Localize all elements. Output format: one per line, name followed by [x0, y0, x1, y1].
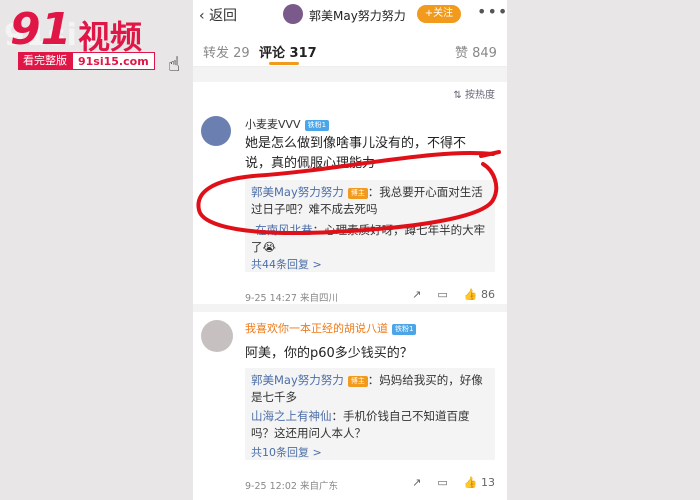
author-badge: 博主	[347, 376, 368, 387]
reply-item[interactable]: 山海之上有神仙：手机价钱自己不知道百度吗？这还用问人本人？	[251, 408, 489, 442]
more-replies-link[interactable]: 共10条回复 >	[251, 444, 322, 460]
comment-meta: 9-25 14:27 来自四川	[245, 290, 338, 304]
watermark-site: 91si15.com	[72, 52, 155, 70]
username-text: 小麦麦VVV	[245, 118, 301, 131]
comment-actions: ↗ ▭ 👍 86	[412, 288, 495, 301]
fan-badge: 铁粉1	[392, 324, 417, 335]
reply-item[interactable]: -在南风北巷：心理素质好呀，蹲七年半的大牢了😭	[251, 222, 489, 256]
sort-toggle[interactable]: ⇅ 按热度	[453, 86, 495, 101]
sort-icon: ⇅	[453, 90, 462, 101]
comment-meta: 9-25 12:02 来自广东	[245, 478, 338, 492]
reply-author[interactable]: 郭美May努力努力	[251, 373, 344, 387]
comment-username[interactable]: 我喜欢你一本正经的胡说八道 铁粉1	[245, 320, 417, 336]
sort-label: 按热度	[465, 90, 495, 101]
author-badge: 博主	[347, 188, 368, 199]
comment-text: 阿美，你的p60多少钱买的？	[245, 346, 413, 361]
top-nav-bar: ‹ 返回 郭美May努力努力 +关注 •••	[193, 0, 507, 30]
like-count: 13	[481, 476, 495, 489]
comment-time: 9-25 14:27	[245, 293, 297, 304]
tab-bar: 转发 29 评论 317 赞 849	[193, 30, 507, 67]
more-replies-link[interactable]: 共44条回复 >	[251, 256, 322, 272]
follow-button[interactable]: +关注	[417, 5, 461, 23]
reply-author[interactable]: 郭美May努力努力	[251, 185, 344, 199]
tab-comments[interactable]: 评论 317	[259, 42, 317, 61]
reply-item[interactable]: 郭美May努力努力 博主 ：我总要开心面对生活过日子吧？难不成去死吗	[251, 184, 489, 218]
reply-author[interactable]: 山海之上有神仙	[251, 409, 332, 423]
tab-repost[interactable]: 转发 29	[203, 42, 250, 61]
poster-avatar[interactable]	[283, 4, 303, 24]
comment-source: 来自四川	[300, 293, 339, 304]
reply-box: 郭美May努力努力 博主 ：我总要开心面对生活过日子吧？难不成去死吗 -在南风北巷：…	[245, 180, 495, 272]
more-icon[interactable]: •••	[477, 2, 507, 21]
phone-screen: ‹ 返回 郭美May努力努力 +关注 ••• 转发 29 评论 317 赞 84…	[193, 0, 507, 500]
like-count: 86	[481, 288, 495, 301]
reply-item[interactable]: 郭美May努力努力 博主 ：妈妈给我买的，好像是七千多	[251, 372, 489, 406]
comment-item: 小麦麦VVV 铁粉1 她是怎么做到像啥事儿没有的，不得不说，真的佩服心理能力 郭美…	[193, 104, 507, 304]
reply-box: 郭美May努力努力 博主 ：妈妈给我买的，好像是七千多 山海之上有神仙：手机价钱自己…	[245, 368, 495, 460]
watermark-number: 91	[10, 4, 72, 55]
tab-likes[interactable]: 赞 849	[455, 42, 497, 61]
comment-source: 来自广东	[300, 481, 339, 492]
share-icon[interactable]: ↗	[412, 476, 421, 489]
thumbs-up-icon: 👍	[463, 288, 478, 301]
comment-item: 我喜欢你一本正经的胡说八道 铁粉1 阿美，你的p60多少钱买的？ 郭美May努力努…	[193, 312, 507, 500]
poster-name[interactable]: 郭美May努力努力	[309, 7, 406, 24]
watermark-logo: 91si1 91 视频 看完整版 91si15.com ☝	[0, 0, 200, 80]
avatar[interactable]	[201, 116, 231, 146]
username-text: 我喜欢你一本正经的胡说八道	[245, 322, 388, 335]
reply-icon[interactable]: ▭	[437, 288, 447, 301]
back-button[interactable]: ‹ 返回	[199, 5, 237, 25]
watermark-watch-label: 看完整版	[18, 52, 72, 70]
comment-actions: ↗ ▭ 👍 13	[412, 476, 495, 489]
reply-author[interactable]: -在南风北巷	[251, 223, 313, 237]
thumbs-up-icon: 👍	[463, 476, 478, 489]
sort-row: ⇅ 按热度	[193, 82, 507, 104]
tab-active-indicator	[269, 62, 299, 65]
watermark-bar: 看完整版 91si15.com	[18, 52, 155, 70]
comment-time: 9-25 12:02	[245, 481, 297, 492]
like-button[interactable]: 👍 13	[464, 476, 495, 489]
hand-cursor-icon: ☝	[168, 52, 181, 76]
reply-icon[interactable]: ▭	[437, 476, 447, 489]
fan-badge: 铁粉1	[304, 120, 330, 131]
comment-username[interactable]: 小麦麦VVV 铁粉1	[245, 116, 330, 132]
back-label: 返回	[209, 8, 238, 24]
comment-text: 她是怎么做到像啥事儿没有的，不得不说，真的佩服心理能力	[245, 136, 467, 171]
share-icon[interactable]: ↗	[412, 288, 421, 301]
like-button[interactable]: 👍 86	[464, 288, 495, 301]
avatar[interactable]	[201, 320, 233, 352]
